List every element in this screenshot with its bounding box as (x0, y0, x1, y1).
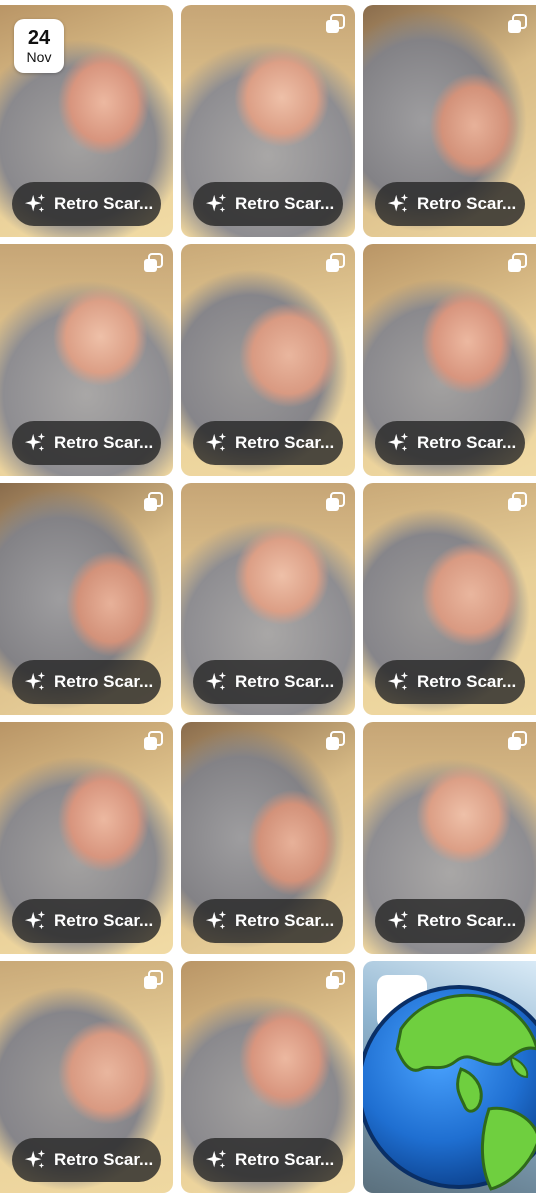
effect-badge[interactable]: Retro Scar... (193, 182, 343, 226)
effect-badge[interactable]: Retro Scar... (375, 660, 525, 704)
photo-tile[interactable]: Retro Scar... (0, 961, 173, 1193)
sparkle-icon (205, 1149, 227, 1169)
effect-badge[interactable]: Retro Scar... (375, 899, 525, 943)
effect-label: Retro Scar... (235, 1150, 335, 1169)
effect-badge[interactable]: Retro Scar... (375, 182, 525, 226)
sparkle-icon (24, 432, 46, 452)
sparkle-icon (205, 432, 227, 452)
sparkle-icon (24, 671, 46, 691)
effect-label: Retro Scar... (235, 672, 335, 691)
sparkle-icon (387, 910, 409, 930)
date-chip: 24 Nov (14, 19, 64, 73)
effect-badge[interactable]: Retro Scar... (12, 421, 161, 465)
stack-icon (325, 253, 345, 273)
photo-tile[interactable]: Retro Scar... (181, 483, 355, 715)
sparkle-icon (24, 1149, 46, 1169)
stack-icon (325, 492, 345, 512)
effect-label: Retro Scar... (235, 433, 335, 452)
photo-tile[interactable]: Retro Scar... (181, 961, 355, 1193)
sparkle-icon (387, 432, 409, 452)
photo-tile[interactable]: Retro Scar... (363, 5, 536, 237)
stack-icon (325, 970, 345, 990)
effect-badge[interactable]: Retro Scar... (193, 660, 343, 704)
effect-badge[interactable]: Retro Scar... (12, 899, 161, 943)
photo-tile[interactable]: Retro Scar... (0, 483, 173, 715)
stack-icon (507, 14, 527, 34)
sparkle-icon (24, 193, 46, 213)
photo-tile[interactable]: Retro Scar... (363, 483, 536, 715)
stack-icon (507, 492, 527, 512)
sparkle-icon (205, 671, 227, 691)
sparkle-icon (205, 193, 227, 213)
effect-label: Retro Scar... (54, 672, 154, 691)
date-day: 24 (27, 27, 51, 49)
photo-tile[interactable]: Retro Scar... (181, 722, 355, 954)
effect-label: Retro Scar... (235, 911, 335, 930)
photo-tile[interactable]: Retro Scar... (0, 722, 173, 954)
stack-icon (507, 731, 527, 751)
globe-icon (363, 985, 536, 1191)
stack-icon (325, 731, 345, 751)
sparkle-icon (24, 910, 46, 930)
effect-label: Retro Scar... (54, 911, 154, 930)
effect-label: Retro Scar... (235, 194, 335, 213)
effect-badge[interactable]: Retro Scar... (375, 421, 525, 465)
effect-badge[interactable]: Retro Scar... (193, 421, 343, 465)
effect-label: Retro Scar... (417, 433, 517, 452)
sparkle-icon (205, 910, 227, 930)
effect-badge[interactable]: Retro Scar... (12, 182, 161, 226)
date-month: Nov (26, 49, 52, 65)
stack-icon (143, 731, 163, 751)
stack-icon (143, 970, 163, 990)
photo-tile[interactable]: Retro Scar... (363, 244, 536, 476)
stack-icon (325, 14, 345, 34)
effect-badge[interactable]: Retro Scar... (12, 1138, 161, 1182)
photo-tile[interactable]: Retro Scar... (363, 722, 536, 954)
effect-badge[interactable]: Retro Scar... (12, 660, 161, 704)
globe-sticker-tile[interactable] (363, 961, 536, 1193)
effect-badge[interactable]: Retro Scar... (193, 899, 343, 943)
stack-icon (143, 492, 163, 512)
photo-tile[interactable]: Retro Scar... (181, 244, 355, 476)
sparkle-icon (387, 193, 409, 213)
effect-label: Retro Scar... (417, 672, 517, 691)
sparkle-icon (387, 671, 409, 691)
effect-label: Retro Scar... (417, 911, 517, 930)
effect-label: Retro Scar... (417, 194, 517, 213)
photo-tile[interactable]: Retro Scar... (0, 244, 173, 476)
photo-tile[interactable]: Retro Scar... (181, 5, 355, 237)
stack-icon (507, 253, 527, 273)
effect-label: Retro Scar... (54, 433, 154, 452)
stack-icon (143, 253, 163, 273)
effect-badge[interactable]: Retro Scar... (193, 1138, 343, 1182)
effect-label: Retro Scar... (54, 194, 154, 213)
photo-grid: 24 Nov Retro Scar... Retro Scar... Retro… (0, 5, 536, 1193)
effect-label: Retro Scar... (54, 1150, 154, 1169)
photo-tile[interactable]: 24 Nov Retro Scar... (0, 5, 173, 237)
